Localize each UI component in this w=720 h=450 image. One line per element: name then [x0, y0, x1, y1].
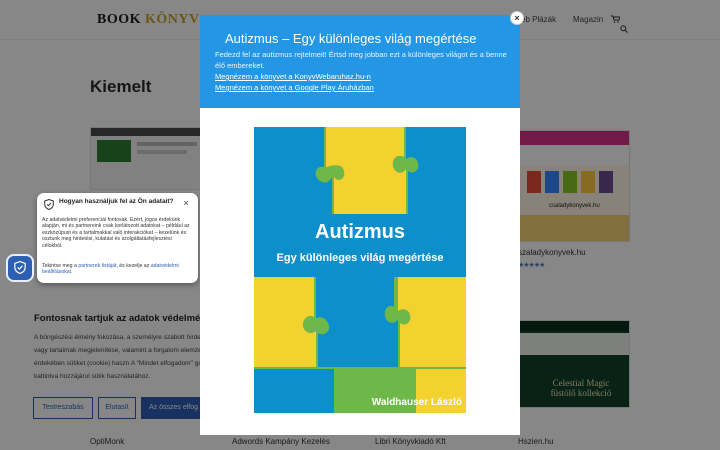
privacy-popup-text: Az adatvédelmi preferenciái fontosak. Ez…: [42, 217, 190, 249]
close-icon[interactable]: ×: [510, 11, 524, 25]
modal-header: Autizmus – Egy különleges világ megértés…: [200, 15, 520, 108]
shield-icon: [44, 199, 54, 210]
privacy-popup-text-middle: , és kezelje az: [116, 263, 151, 269]
cover-subtitle: Egy különleges világ megértése: [276, 252, 444, 264]
privacy-settings-button[interactable]: [8, 256, 32, 280]
privacy-info-popup: Hogyan használjuk fel az Ön adatait? × A…: [37, 193, 198, 283]
privacy-popup-title: Hogyan használjuk fel az Ön adatait?: [59, 198, 174, 205]
book-cover-image[interactable]: Autizmus Egy különleges világ megértése …: [254, 127, 466, 413]
google-play-link[interactable]: Megnézem a könyvet a Google Play Áruházb…: [215, 83, 374, 92]
privacy-popup-close-button[interactable]: ×: [180, 197, 192, 209]
book-modal: Autizmus – Egy különleges világ megértés…: [200, 15, 520, 435]
modal-description: Fedezd fel az autizmus rejtelmeit! Értsd…: [215, 50, 507, 70]
privacy-popup-links-text: Tekintse meg a partnerek listáját, és ke…: [42, 263, 194, 276]
partners-list-link[interactable]: partnerek listáját: [78, 263, 116, 269]
cover-author: Waldhauser László: [371, 397, 462, 408]
shield-check-icon: [14, 261, 26, 274]
privacy-popup-text-prefix: Tekintse meg a: [42, 263, 79, 269]
konyvwebaruhaz-link[interactable]: Megnézem a könyvet a KonyvWebaruhaz.hu-n: [215, 72, 371, 81]
modal-title: Autizmus – Egy különleges világ megértés…: [225, 31, 477, 46]
cover-title: Autizmus: [315, 221, 405, 243]
